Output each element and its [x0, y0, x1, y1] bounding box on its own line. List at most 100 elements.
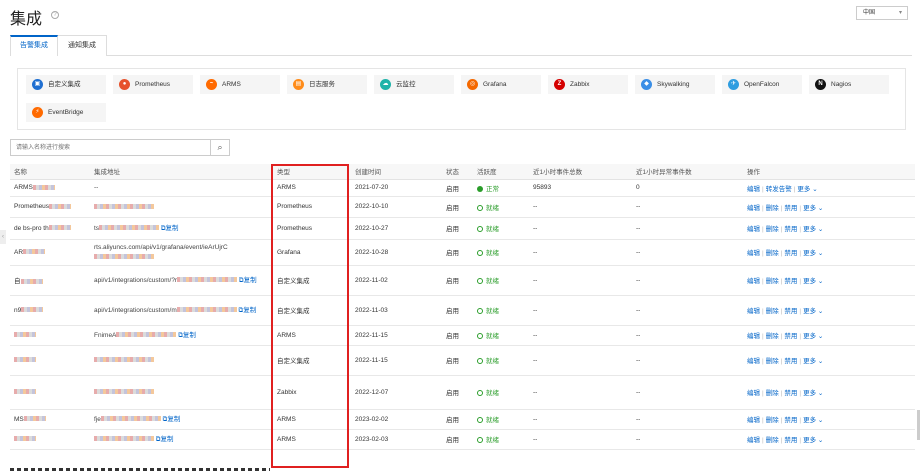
ops-divider: |	[799, 308, 802, 315]
op-link-1[interactable]: 转发告警	[766, 186, 792, 193]
copy-link[interactable]: ⧉复制	[161, 416, 181, 423]
op-link-2[interactable]: 禁用	[784, 205, 797, 212]
grafana-icon: ◎	[467, 79, 478, 90]
op-link-1[interactable]: 删除	[766, 437, 779, 444]
op-link-0[interactable]: 编辑	[747, 333, 760, 340]
url-cell-text: api/v1/integrations/custom/m	[94, 306, 177, 314]
chevron-down-icon[interactable]: ⌄	[816, 226, 823, 233]
op-link-1[interactable]: 删除	[766, 205, 779, 212]
integration-card-eventbridge[interactable]: ⚡ EventBridge	[26, 103, 106, 122]
state-cell: 启用	[442, 239, 473, 266]
op-link-0[interactable]: 编辑	[747, 417, 760, 424]
abnormal-cell: 0	[632, 179, 743, 197]
op-link-2[interactable]: 禁用	[784, 390, 797, 397]
chevron-down-icon[interactable]: ⌄	[816, 437, 823, 444]
name-cell-text: ARMS	[14, 184, 33, 191]
integration-card-zabbix[interactable]: Z Zabbix	[548, 75, 628, 94]
chevron-down-icon[interactable]: ⌄	[816, 390, 823, 397]
state-cell-text: 启用	[446, 250, 459, 257]
op-link-1[interactable]: 删除	[766, 226, 779, 233]
op-link-2[interactable]: 禁用	[784, 250, 797, 257]
op-link-2[interactable]: 禁用	[784, 437, 797, 444]
op-link-0[interactable]: 编辑	[747, 250, 760, 257]
op-link-2[interactable]: 禁用	[784, 333, 797, 340]
op-link-0[interactable]: 编辑	[747, 186, 760, 193]
integration-card-grafana[interactable]: ◎ Grafana	[461, 75, 541, 94]
op-link-3[interactable]: 更多	[803, 437, 816, 444]
op-link-1[interactable]: 删除	[766, 390, 779, 397]
op-link-3[interactable]: 更多	[803, 308, 816, 315]
check-circle-icon	[477, 185, 483, 192]
copy-link[interactable]: ⧉复制	[159, 225, 179, 232]
tab-alert-integration[interactable]: 告警集成	[10, 35, 58, 56]
op-link-2[interactable]: 禁用	[784, 226, 797, 233]
activity-cell: 就绪	[473, 409, 529, 430]
chevron-down-icon[interactable]: ⌄	[816, 333, 823, 340]
op-link-2[interactable]: 更多	[797, 186, 810, 193]
op-link-0[interactable]: 编辑	[747, 278, 760, 285]
help-icon[interactable]: ?	[51, 11, 59, 19]
url-cell: --	[90, 179, 273, 197]
op-link-3[interactable]: 更多	[803, 205, 816, 212]
name-cell: n9	[10, 295, 90, 326]
integration-card-openfalcon[interactable]: ✈ OpenFalcon	[722, 75, 802, 94]
op-link-0[interactable]: 编辑	[747, 226, 760, 233]
integration-cards: ▣ 自定义集成 ● Prometheus ~ ARMS ▤ 日志服务 ☁ 云监控 ◎ Grafana Z…	[17, 68, 906, 130]
op-link-0[interactable]: 编辑	[747, 437, 760, 444]
sidebar-collapse-handle[interactable]: ‹	[0, 230, 6, 244]
copy-link[interactable]: ⧉复制	[237, 277, 257, 284]
op-link-3[interactable]: 更多	[803, 250, 816, 257]
integration-card-skywalking[interactable]: ◆ Skywalking	[635, 75, 715, 94]
chevron-down-icon[interactable]: ⌄	[816, 358, 823, 365]
op-link-0[interactable]: 编辑	[747, 358, 760, 365]
state-cell: 启用	[442, 196, 473, 218]
op-link-3[interactable]: 更多	[803, 417, 816, 424]
ops-divider: |	[799, 437, 802, 444]
op-link-3[interactable]: 更多	[803, 358, 816, 365]
op-link-1[interactable]: 删除	[766, 278, 779, 285]
op-link-3[interactable]: 更多	[803, 226, 816, 233]
integration-card-custom-integration[interactable]: ▣ 自定义集成	[26, 75, 106, 94]
copy-link[interactable]: ⧉复制	[237, 307, 257, 314]
op-link-1[interactable]: 删除	[766, 333, 779, 340]
integration-card-arms[interactable]: ~ ARMS	[200, 75, 280, 94]
op-link-0[interactable]: 编辑	[747, 390, 760, 397]
op-link-1[interactable]: 删除	[766, 358, 779, 365]
op-link-1[interactable]: 删除	[766, 250, 779, 257]
op-link-2[interactable]: 禁用	[784, 417, 797, 424]
chevron-down-icon[interactable]: ⌄	[816, 308, 823, 315]
integration-card-label: ARMS	[222, 81, 241, 88]
op-link-0[interactable]: 编辑	[747, 205, 760, 212]
chevron-down-icon[interactable]: ⌄	[816, 278, 823, 285]
redacted-text	[20, 278, 43, 284]
op-link-3[interactable]: 更多	[803, 333, 816, 340]
integration-card-prometheus[interactable]: ● Prometheus	[113, 75, 193, 94]
op-link-2[interactable]: 禁用	[784, 308, 797, 315]
op-link-3[interactable]: 更多	[803, 390, 816, 397]
chevron-down-icon[interactable]: ⌄	[810, 186, 817, 193]
op-link-1[interactable]: 删除	[766, 308, 779, 315]
search-icon[interactable]: ⌕	[210, 140, 229, 155]
redacted-text	[48, 225, 71, 231]
tab-notification-integration[interactable]: 通知集成	[58, 35, 107, 56]
chevron-down-icon[interactable]: ⌄	[816, 250, 823, 257]
op-link-0[interactable]: 编辑	[747, 308, 760, 315]
op-link-2[interactable]: 禁用	[784, 358, 797, 365]
copy-link[interactable]: ⧉复制	[154, 436, 174, 443]
op-link-2[interactable]: 禁用	[784, 278, 797, 285]
integration-card-nagios[interactable]: N Nagios	[809, 75, 889, 94]
chevron-down-icon[interactable]: ⌄	[816, 205, 823, 212]
search-input[interactable]	[11, 140, 209, 155]
ops-divider: |	[799, 250, 802, 257]
ops-cell: 编辑 | 删除 | 禁用 | 更多 ⌄	[743, 325, 915, 346]
op-link-3[interactable]: 更多	[803, 278, 816, 285]
ready-circle-icon	[477, 358, 483, 364]
region-label: 中国	[863, 10, 876, 16]
integration-card-cloud-monitor[interactable]: ☁ 云监控	[374, 75, 454, 94]
chevron-down-icon[interactable]: ⌄	[816, 417, 823, 424]
ops-cell: 编辑 | 删除 | 禁用 | 更多 ⌄	[743, 196, 915, 218]
integration-card-log-service[interactable]: ▤ 日志服务	[287, 75, 367, 94]
region-select[interactable]: 中国 ▾	[856, 6, 908, 20]
copy-link[interactable]: ⧉复制	[176, 332, 196, 339]
op-link-1[interactable]: 删除	[766, 417, 779, 424]
